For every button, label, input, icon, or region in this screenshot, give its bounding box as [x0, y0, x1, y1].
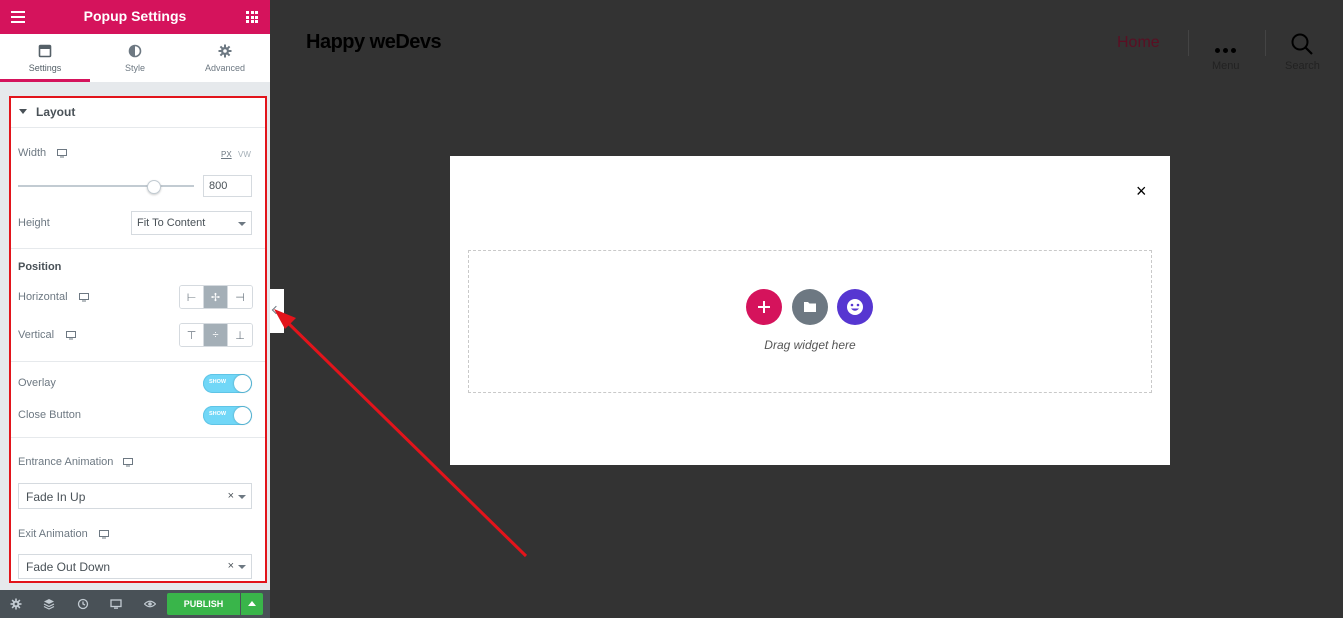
- nav-separator: [1265, 30, 1266, 56]
- entrance-animation-select[interactable]: Fade In Up ×: [18, 483, 252, 509]
- position-heading: Position: [18, 261, 62, 273]
- align-top-icon[interactable]: ⊤: [180, 324, 204, 346]
- horizontal-choices: ⊢ ✢ ⊣: [179, 285, 253, 309]
- vertical-choices: ⊤ ÷ ⊥: [179, 323, 253, 347]
- clear-x-icon[interactable]: ×: [228, 490, 234, 502]
- divider: [11, 437, 265, 438]
- site-title[interactable]: Happy weDevs: [306, 31, 442, 54]
- height-label: Height: [18, 217, 50, 229]
- desktop-monitor-icon[interactable]: [66, 331, 76, 340]
- unit-px[interactable]: PX: [221, 150, 232, 159]
- add-section-button[interactable]: [746, 289, 782, 325]
- height-select[interactable]: Fit To Content: [131, 211, 252, 235]
- settings-gear-icon[interactable]: [10, 598, 22, 610]
- caret-up-icon: [248, 601, 256, 606]
- plus-icon: [758, 301, 770, 313]
- desktop-monitor-icon[interactable]: [123, 458, 133, 467]
- overlay-toggle[interactable]: SHOW: [203, 374, 252, 393]
- tab-advanced[interactable]: Advanced: [180, 34, 270, 82]
- overlay-toggle-text: SHOW: [209, 379, 227, 385]
- tab-style[interactable]: Style: [90, 34, 180, 82]
- publish-button[interactable]: PUBLISH: [167, 593, 240, 615]
- width-number-input[interactable]: 800: [203, 175, 252, 197]
- divider: [11, 248, 265, 249]
- chevron-left-icon: [271, 305, 281, 315]
- folder-icon: [804, 302, 816, 312]
- eye-preview-icon[interactable]: [144, 598, 156, 610]
- happy-face-icon: [847, 299, 863, 315]
- chevron-down-icon: [238, 495, 246, 499]
- toggle-knob: [234, 407, 251, 424]
- horizontal-label: Horizontal: [18, 291, 68, 303]
- layers-icon[interactable]: [43, 598, 55, 610]
- half-circle-icon: [128, 44, 142, 58]
- unit-vw[interactable]: VW: [238, 150, 251, 159]
- nav-home-link[interactable]: Home: [1117, 34, 1160, 52]
- width-slider-track[interactable]: [18, 185, 194, 187]
- layout-section-header[interactable]: Layout: [11, 98, 265, 128]
- tab-advanced-label: Advanced: [204, 63, 246, 73]
- settings-window-icon: [38, 44, 52, 58]
- tab-settings[interactable]: Settings: [0, 34, 90, 82]
- gear-icon: [218, 44, 232, 58]
- align-middle-icon[interactable]: ÷: [204, 324, 228, 346]
- tab-settings-label: Settings: [28, 63, 62, 73]
- nav-separator: [1188, 30, 1189, 56]
- sidebar-header: Popup Settings: [0, 0, 270, 34]
- publish-options-button[interactable]: [241, 593, 263, 615]
- responsive-desktop-icon[interactable]: [110, 598, 122, 610]
- width-slider-handle[interactable]: [147, 180, 161, 194]
- close-icon[interactable]: ×: [1136, 182, 1147, 200]
- close-button-toggle-text: SHOW: [209, 411, 227, 417]
- search-label[interactable]: Search: [1285, 60, 1320, 72]
- height-select-value: Fit To Content: [137, 217, 206, 229]
- desktop-monitor-icon[interactable]: [79, 293, 89, 302]
- toggle-knob: [234, 375, 251, 392]
- exit-animation-label: Exit Animation: [18, 528, 88, 540]
- drag-widget-text: Drag widget here: [764, 338, 856, 352]
- vertical-label: Vertical: [18, 329, 55, 341]
- align-right-icon[interactable]: ⊣: [228, 286, 252, 308]
- layout-section-title: Layout: [36, 105, 76, 119]
- exit-animation-value: Fade Out Down: [26, 560, 111, 574]
- entrance-animation-label: Entrance Animation: [18, 456, 114, 468]
- layout-panel-highlight: Layout Width PX VW 800 Height Fit To Con…: [9, 96, 267, 583]
- menu-label[interactable]: Menu: [1212, 60, 1240, 72]
- tab-style-label: Style: [124, 63, 145, 73]
- width-label: Width: [18, 147, 47, 159]
- close-button-label: Close Button: [18, 409, 81, 421]
- clear-x-icon[interactable]: ×: [228, 560, 234, 572]
- desktop-monitor-icon[interactable]: [99, 530, 109, 539]
- align-center-icon[interactable]: ✢: [204, 286, 228, 308]
- align-bottom-icon[interactable]: ⊥: [228, 324, 252, 346]
- search-icon[interactable]: [1290, 32, 1314, 56]
- add-template-button[interactable]: [792, 289, 828, 325]
- desktop-monitor-icon[interactable]: [57, 149, 67, 158]
- align-left-icon[interactable]: ⊢: [180, 286, 204, 308]
- sidebar-footer: PUBLISH: [0, 590, 270, 618]
- happy-addons-button[interactable]: [837, 289, 873, 325]
- panel-tabs: Settings Style Advanced: [0, 34, 270, 83]
- close-button-toggle[interactable]: SHOW: [203, 406, 252, 425]
- widgets-grid-icon[interactable]: [246, 11, 258, 23]
- menu-dots-icon[interactable]: [1215, 40, 1239, 53]
- chevron-down-icon: [238, 222, 246, 226]
- chevron-down-icon: [238, 565, 246, 569]
- panel-title: Popup Settings: [83, 8, 187, 24]
- widget-drop-zone[interactable]: Drag widget here: [468, 250, 1152, 393]
- editor-sidebar: Popup Settings Settings Style Advanced L…: [0, 0, 270, 618]
- divider: [11, 361, 265, 362]
- popup-preview: × Drag widget here: [450, 156, 1170, 465]
- overlay-label: Overlay: [18, 377, 56, 389]
- entrance-animation-value: Fade In Up: [26, 490, 86, 504]
- collapse-panel-toggle[interactable]: [270, 289, 284, 333]
- caret-down-icon: [19, 109, 27, 114]
- exit-animation-select[interactable]: Fade Out Down ×: [18, 554, 252, 579]
- history-icon[interactable]: [77, 598, 89, 610]
